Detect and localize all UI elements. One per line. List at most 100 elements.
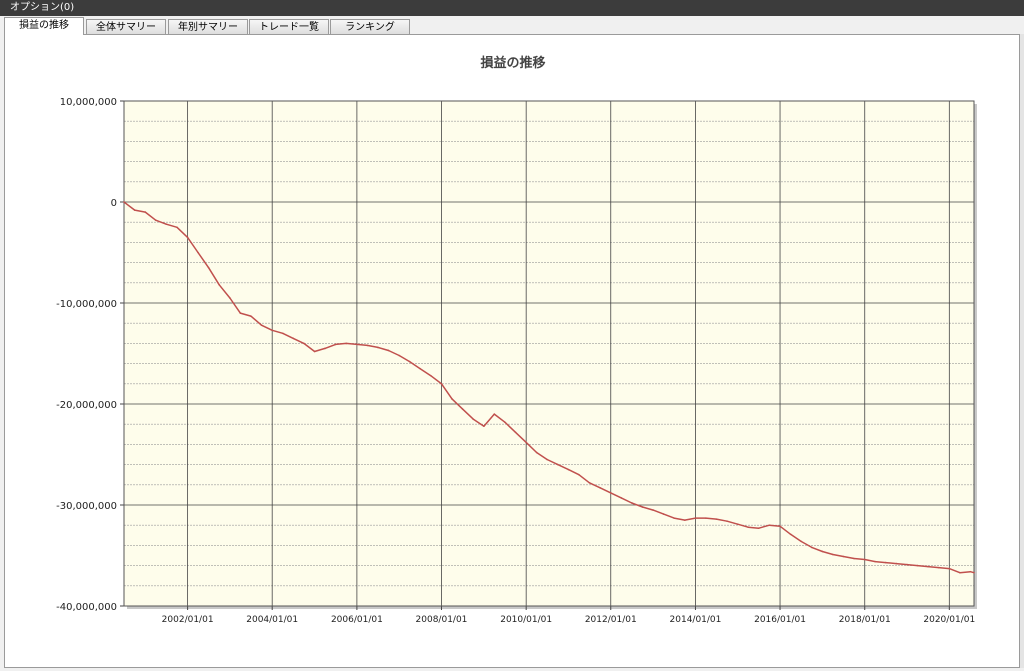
data-point bbox=[863, 558, 866, 561]
x-tick-label: 2008/01/01 bbox=[416, 615, 468, 625]
data-point bbox=[123, 201, 125, 203]
chart-title: 損益の推移 bbox=[480, 55, 545, 71]
data-point bbox=[546, 458, 548, 461]
data-point bbox=[260, 324, 263, 327]
y-tick-label: 10,000,000 bbox=[60, 97, 117, 108]
data-point bbox=[207, 266, 210, 269]
data-point bbox=[662, 513, 665, 515]
data-point bbox=[895, 562, 898, 565]
data-point bbox=[250, 315, 252, 317]
data-point bbox=[229, 297, 231, 299]
data-point bbox=[641, 506, 644, 508]
y-tick-label: 0 bbox=[111, 198, 117, 209]
data-point bbox=[419, 367, 421, 370]
plot-area bbox=[124, 101, 974, 606]
data-point bbox=[377, 346, 379, 349]
data-point bbox=[673, 517, 675, 519]
data-point bbox=[874, 560, 876, 563]
data-point bbox=[197, 251, 199, 254]
data-point bbox=[768, 524, 771, 526]
data-point bbox=[800, 540, 802, 543]
x-tick-label: 2010/01/01 bbox=[500, 615, 552, 625]
data-point bbox=[588, 481, 591, 484]
data-point bbox=[281, 332, 284, 335]
data-point bbox=[842, 555, 845, 558]
data-point bbox=[683, 519, 686, 521]
data-point bbox=[133, 209, 136, 211]
data-point bbox=[504, 421, 506, 423]
data-point bbox=[514, 431, 517, 434]
data-point bbox=[916, 564, 919, 567]
data-point bbox=[408, 360, 411, 363]
data-point bbox=[451, 398, 453, 400]
data-point bbox=[461, 408, 464, 410]
x-tick-label: 2020/01/01 bbox=[923, 615, 975, 625]
window-titlebar: オプション(0) bbox=[0, 0, 1024, 16]
data-point bbox=[271, 329, 273, 332]
x-tick-label: 2006/01/01 bbox=[331, 615, 383, 625]
data-point bbox=[356, 343, 358, 346]
chart-panel: 損益の推移 10,000,000 0 -10,000,000 -20,000,000 -… bbox=[4, 34, 1020, 668]
data-point bbox=[694, 517, 697, 519]
data-point bbox=[652, 509, 654, 511]
data-point bbox=[472, 418, 475, 420]
data-point bbox=[292, 337, 295, 340]
data-point bbox=[948, 567, 951, 570]
data-point bbox=[324, 347, 326, 350]
data-point bbox=[430, 374, 432, 377]
x-tick-label: 2014/01/01 bbox=[670, 615, 722, 625]
data-point bbox=[144, 211, 147, 213]
y-tick-label: -30,000,000 bbox=[56, 501, 117, 512]
x-tick-label: 2002/01/01 bbox=[162, 615, 214, 625]
tab-profit-trend[interactable]: 損益の推移 bbox=[4, 17, 84, 35]
data-point bbox=[313, 350, 316, 353]
tab-trade-list[interactable]: トレード一覧 bbox=[249, 19, 329, 35]
tab-yearly-summary[interactable]: 年別サマリー bbox=[168, 19, 248, 35]
tab-overall-summary[interactable]: 全体サマリー bbox=[86, 19, 166, 35]
data-point bbox=[567, 468, 570, 471]
data-point bbox=[705, 517, 707, 519]
data-point bbox=[599, 487, 601, 489]
data-point bbox=[366, 344, 369, 347]
data-point bbox=[165, 223, 168, 226]
data-point bbox=[483, 425, 485, 428]
data-point bbox=[726, 520, 728, 522]
data-point bbox=[186, 236, 189, 239]
panel-edge bbox=[1020, 34, 1024, 668]
data-point bbox=[757, 527, 760, 530]
data-point bbox=[303, 342, 305, 345]
x-tick-label: 2018/01/01 bbox=[839, 615, 891, 625]
profit-trend-chart: 損益の推移 10,000,000 0 -10,000,000 -20,000,000 -… bbox=[56, 55, 977, 625]
data-point bbox=[218, 284, 221, 286]
data-point bbox=[525, 441, 527, 444]
x-tick-label: 2012/01/01 bbox=[585, 615, 637, 625]
data-point bbox=[810, 546, 813, 549]
y-tick-label: -10,000,000 bbox=[56, 299, 117, 310]
x-tick-label: 2004/01/01 bbox=[246, 615, 298, 625]
data-point bbox=[154, 219, 157, 221]
data-point bbox=[779, 525, 781, 528]
data-point bbox=[736, 523, 739, 525]
data-point bbox=[715, 518, 718, 520]
data-point bbox=[747, 526, 749, 529]
data-point bbox=[853, 557, 855, 560]
data-point bbox=[821, 550, 824, 553]
data-point bbox=[557, 463, 559, 466]
data-point bbox=[789, 533, 792, 536]
data-point bbox=[398, 354, 400, 357]
tab-ranking[interactable]: ランキング bbox=[330, 19, 410, 35]
data-point bbox=[239, 312, 242, 314]
data-point bbox=[620, 497, 623, 499]
data-point bbox=[631, 502, 633, 504]
data-point bbox=[906, 563, 908, 566]
data-point bbox=[609, 492, 612, 494]
window-title: オプション(0) bbox=[10, 2, 75, 13]
x-tick-label: 2016/01/01 bbox=[754, 615, 806, 625]
y-tick-label: -40,000,000 bbox=[56, 602, 117, 613]
data-point bbox=[973, 571, 975, 574]
data-point bbox=[440, 383, 443, 385]
data-point bbox=[832, 553, 834, 556]
data-point bbox=[969, 570, 972, 573]
data-point bbox=[937, 566, 940, 569]
data-point bbox=[176, 226, 178, 229]
